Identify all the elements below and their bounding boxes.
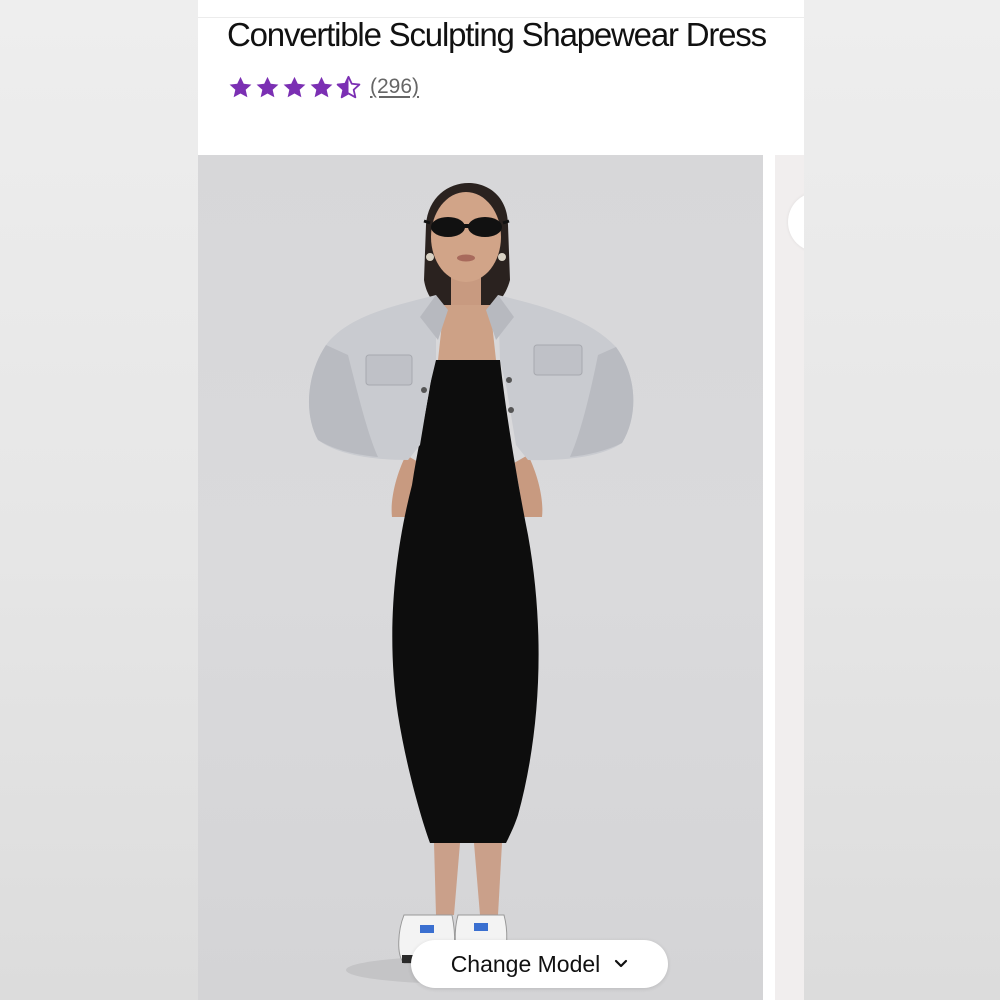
right-backdrop <box>804 0 1000 1000</box>
star-full-icon <box>283 76 306 97</box>
model-photo <box>308 183 634 984</box>
product-rating[interactable]: (296) <box>227 72 419 102</box>
product-title: Convertible Sculpting Shapewear Dress <box>227 16 767 53</box>
next-image-preview[interactable] <box>775 155 804 1000</box>
star-full-icon <box>310 76 333 97</box>
star-full-icon <box>256 76 279 97</box>
change-model-button[interactable]: Change Model <box>411 940 668 988</box>
star-half-icon <box>336 75 361 98</box>
change-model-label: Change Model <box>450 950 601 977</box>
chevron-down-icon <box>615 959 628 968</box>
star-rating <box>227 74 362 101</box>
review-count-link[interactable]: (296) <box>370 75 419 99</box>
left-backdrop <box>0 0 198 1000</box>
product-main-image[interactable] <box>198 155 763 1000</box>
product-panel: Convertible Sculpting Shapewear Dress (2… <box>198 0 804 1000</box>
star-full-icon <box>229 76 252 97</box>
